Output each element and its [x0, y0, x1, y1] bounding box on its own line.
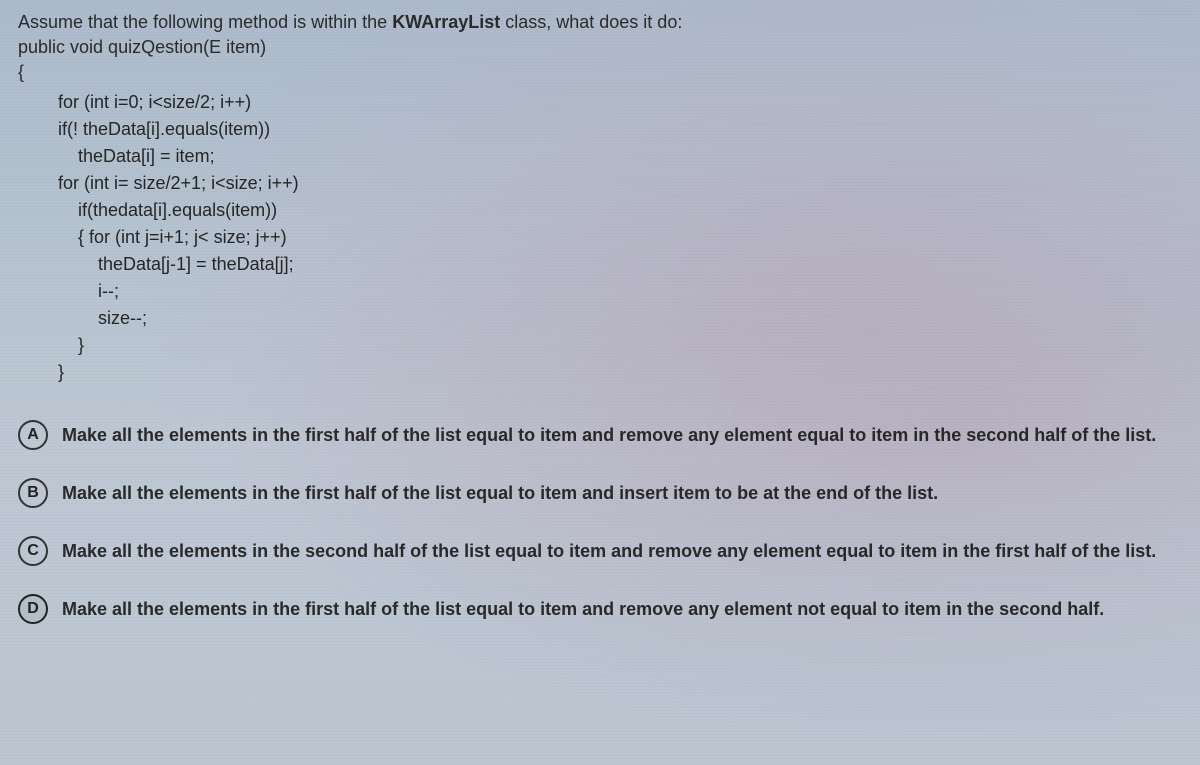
code-line: theData[i] = item; [18, 143, 1182, 170]
quiz-container: Assume that the following method is with… [18, 12, 1182, 634]
option-letter-circle: C [18, 536, 48, 566]
code-line: } [18, 332, 1182, 359]
code-block: for (int i=0; i<size/2; i++) if(! theDat… [18, 89, 1182, 386]
code-line: i--; [18, 278, 1182, 305]
option-letter: B [27, 484, 39, 502]
option-letter-circle: B [18, 478, 48, 508]
question-prompt: Assume that the following method is with… [18, 12, 1182, 33]
prompt-prefix: Assume that the following method is with… [18, 12, 392, 32]
class-name: KWArrayList [392, 12, 500, 32]
option-letter: A [27, 426, 39, 444]
option-c[interactable]: C Make all the elements in the second ha… [18, 526, 1182, 576]
option-text: Make all the elements in the first half … [62, 423, 1156, 447]
option-a[interactable]: A Make all the elements in the first hal… [18, 410, 1182, 460]
code-line: if(thedata[i].equals(item)) [18, 197, 1182, 224]
option-d[interactable]: D Make all the elements in the first hal… [18, 584, 1182, 634]
option-text: Make all the elements in the second half… [62, 539, 1156, 563]
option-letter-circle: A [18, 420, 48, 450]
code-line: size--; [18, 305, 1182, 332]
code-line: } [18, 359, 1182, 386]
option-letter: D [27, 600, 39, 618]
code-line: theData[j-1] = theData[j]; [18, 251, 1182, 278]
prompt-suffix: class, what does it do: [500, 12, 682, 32]
option-letter-circle: D [18, 594, 48, 624]
code-line: for (int i=0; i<size/2; i++) [18, 89, 1182, 116]
code-line: if(! theData[i].equals(item)) [18, 116, 1182, 143]
option-b[interactable]: B Make all the elements in the first hal… [18, 468, 1182, 518]
brace-open: { [18, 62, 1182, 83]
option-letter: C [27, 542, 39, 560]
method-signature: public void quizQestion(E item) [18, 37, 1182, 58]
code-line: { for (int j=i+1; j< size; j++) [18, 224, 1182, 251]
option-text: Make all the elements in the first half … [62, 481, 938, 505]
code-line: for (int i= size/2+1; i<size; i++) [18, 170, 1182, 197]
options-list: A Make all the elements in the first hal… [18, 410, 1182, 634]
option-text: Make all the elements in the first half … [62, 597, 1104, 621]
